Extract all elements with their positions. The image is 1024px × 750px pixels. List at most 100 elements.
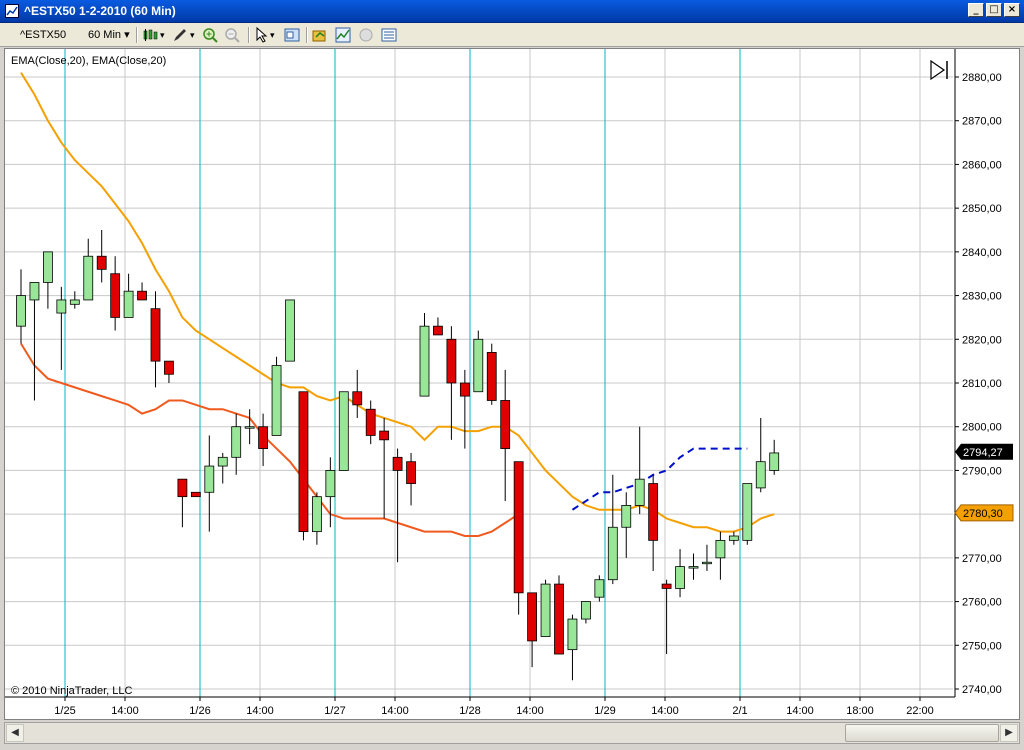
pointer-icon[interactable] <box>254 27 270 43</box>
y-tick-label: 2840,00 <box>962 247 1002 259</box>
maximize-button[interactable]: □ <box>986 3 1002 17</box>
candle-down <box>190 491 201 498</box>
close-button[interactable]: × <box>1004 3 1020 17</box>
y-tick-label: 2750,00 <box>962 640 1002 652</box>
candle-up <box>16 295 26 327</box>
y-tick-label: 2820,00 <box>962 334 1002 346</box>
folder-strategy-icon[interactable] <box>312 27 328 43</box>
y-tick-label: 2830,00 <box>962 291 1002 303</box>
candle-up <box>217 456 228 467</box>
candle-up <box>338 391 349 471</box>
x-tick-label: 1/29 <box>594 705 615 717</box>
candle-down <box>365 408 376 436</box>
candle-down <box>96 255 107 270</box>
chevron-down-icon: ▾ <box>124 29 130 41</box>
properties-icon[interactable] <box>381 27 397 43</box>
candle-down <box>298 391 309 533</box>
candlestick-icon[interactable] <box>142 27 158 43</box>
candle-up <box>419 325 430 397</box>
title-bar[interactable]: ^ESTX50 1-2-2010 (60 Min) _ □ × <box>0 0 1024 23</box>
y-tick-label: 2850,00 <box>962 203 1002 215</box>
candle-down <box>137 290 147 301</box>
candle-up <box>244 426 255 429</box>
scroll-left-button[interactable]: ◀ <box>6 724 24 742</box>
candle-up <box>581 601 591 620</box>
minimize-button[interactable]: _ <box>968 3 984 17</box>
candle-down <box>459 382 470 397</box>
window-title: ^ESTX50 1-2-2010 (60 Min) <box>24 4 176 18</box>
candle-up <box>473 338 484 393</box>
price-chart[interactable]: 2880,00 2870,00 2860,00 2850,00 2840,00 2830,… <box>5 49 1019 719</box>
candle-down <box>486 351 497 401</box>
candle-up <box>675 566 685 589</box>
x-tick-label: 1/28 <box>459 705 480 717</box>
candle-up <box>325 470 336 498</box>
chevron-down-icon[interactable]: ▾ <box>160 27 165 43</box>
x-tick-label: 14:00 <box>381 705 409 717</box>
copyright-text: © 2010 NinjaTrader, LLC <box>11 685 133 697</box>
candle-up <box>769 452 780 471</box>
x-tick-label: 1/26 <box>189 705 210 717</box>
x-tick-label: 22:00 <box>906 705 934 717</box>
candle-up <box>56 299 67 314</box>
y-tick-label: 2760,00 <box>962 597 1002 609</box>
candle-down <box>392 456 403 471</box>
candle-up <box>688 566 699 569</box>
candle-up <box>742 483 753 541</box>
candle-up <box>540 583 551 637</box>
candle-down <box>150 308 161 362</box>
scroll-to-end-icon[interactable] <box>928 59 950 81</box>
candle-down <box>258 426 269 449</box>
candle-up <box>621 504 632 528</box>
candle-up <box>123 290 134 318</box>
horizontal-scrollbar[interactable]: ◀ ▶ <box>4 722 1020 744</box>
data-box-icon[interactable] <box>284 27 300 43</box>
candle-up <box>728 535 739 541</box>
candle-up <box>715 539 726 559</box>
chart-window: ^ESTX50 1-2-2010 (60 Min) _ □ × ^ESTX50 … <box>0 0 1024 750</box>
candle-up <box>594 579 605 598</box>
candle-up <box>702 561 712 565</box>
ema-value-label: 2780,30 <box>963 508 1003 520</box>
instrument-selector[interactable]: ^ESTX50 <box>20 27 66 43</box>
y-tick-label: 2740,00 <box>962 684 1002 696</box>
pencil-draw-icon[interactable] <box>172 27 188 43</box>
scrollbar-thumb[interactable] <box>845 724 999 742</box>
y-tick-label: 2790,00 <box>962 465 1002 477</box>
interval-selector[interactable]: 60 Min ▾ <box>88 27 130 43</box>
candle-down <box>446 338 457 384</box>
candle-down <box>527 592 537 642</box>
candle-down <box>110 273 121 318</box>
indicator-label: EMA(Close,20), EMA(Close,20) <box>11 55 167 67</box>
x-tick-label: 14:00 <box>651 705 679 717</box>
candle-up <box>755 461 766 489</box>
chevron-down-icon[interactable]: ▾ <box>190 27 195 43</box>
candle-up <box>567 618 578 651</box>
y-tick-label: 2870,00 <box>962 116 1002 128</box>
x-tick-label: 1/25 <box>54 705 75 717</box>
chart-toolbar: ^ESTX50 60 Min ▾ ▾ ▾ ▾ <box>0 23 1024 47</box>
x-tick-label: 2/1 <box>732 705 747 717</box>
disabled-circle-icon[interactable] <box>358 27 374 43</box>
zoom-out-icon[interactable] <box>224 27 240 43</box>
chart-app-icon <box>5 4 19 18</box>
y-tick-label: 2880,00 <box>962 72 1002 84</box>
candle-down <box>661 583 672 589</box>
candle-down <box>648 483 659 541</box>
candle-down <box>554 583 564 655</box>
candle-down <box>406 461 416 484</box>
scroll-right-button[interactable]: ▶ <box>1000 724 1018 742</box>
candle-up <box>607 526 618 581</box>
chevron-down-icon[interactable]: ▾ <box>270 27 275 43</box>
indicators-icon[interactable] <box>335 27 351 43</box>
candle-up <box>231 426 242 458</box>
candle-up <box>29 282 40 301</box>
candle-down <box>352 391 363 406</box>
zoom-in-icon[interactable] <box>202 27 218 43</box>
x-tick-label: 14:00 <box>111 705 139 717</box>
candle-down <box>379 430 390 441</box>
x-tick-label: 14:00 <box>786 705 814 717</box>
candle-down <box>164 360 174 375</box>
forecast-line <box>571 447 748 511</box>
chart-panel[interactable]: 2880,00 2870,00 2860,00 2850,00 2840,00 2830,… <box>4 48 1020 720</box>
